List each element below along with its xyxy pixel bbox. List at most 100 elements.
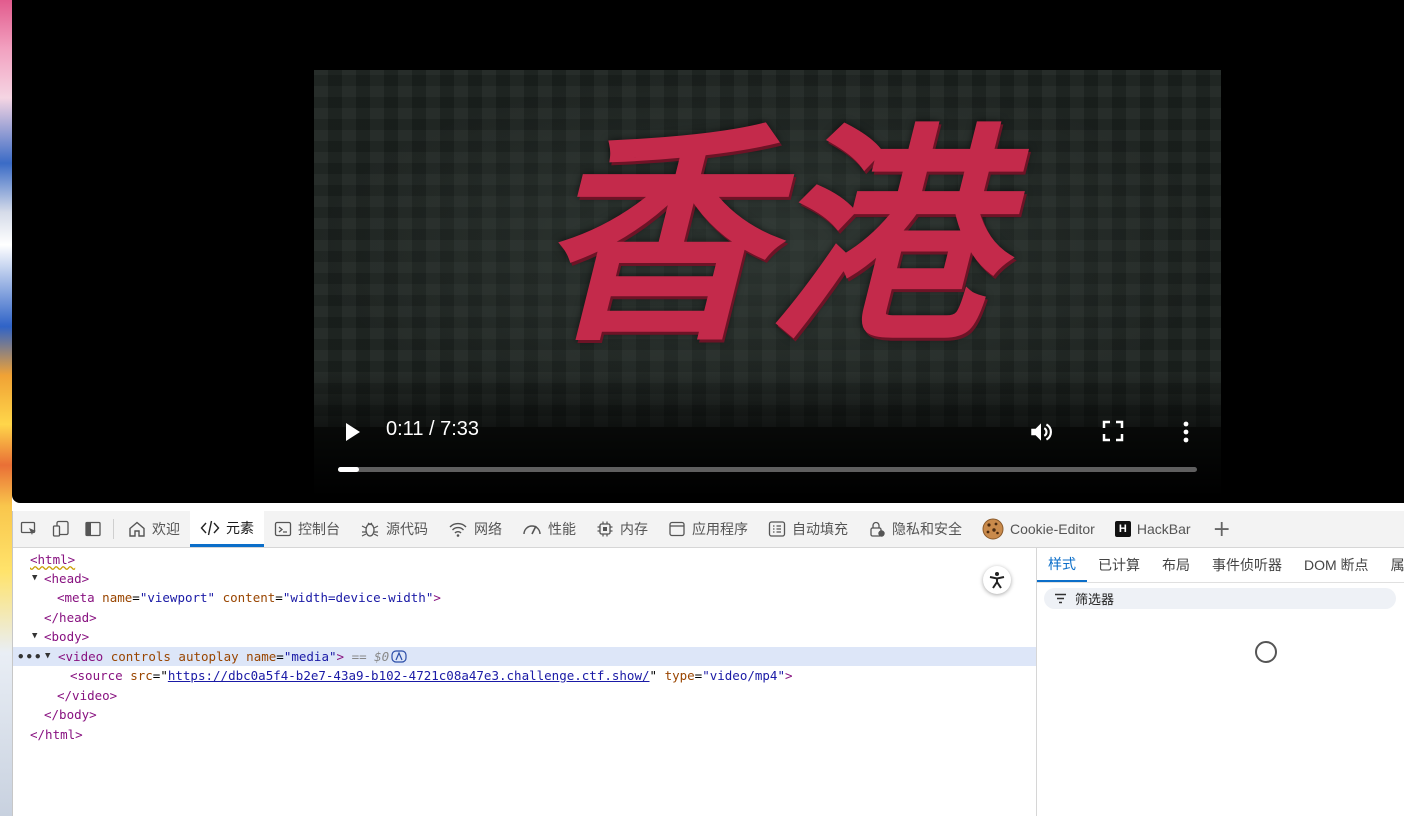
- tab-sources[interactable]: 源代码: [350, 511, 438, 547]
- tab-computed[interactable]: 已计算: [1087, 548, 1151, 582]
- video-player[interactable]: 香港 0:11 / 7:33: [314, 70, 1221, 497]
- seek-bar[interactable]: [338, 467, 1197, 472]
- styles-sidebar: 样式 已计算 布局 事件侦听器 DOM 断点 属性 筛选器: [1037, 548, 1404, 816]
- loading-spinner-icon: [1255, 641, 1277, 663]
- tab-autofill[interactable]: 自动填充: [758, 511, 858, 547]
- tab-memory[interactable]: 内存: [586, 511, 658, 547]
- tab-welcome[interactable]: 欢迎: [118, 511, 190, 547]
- collapse-triangle-icon[interactable]: ▼: [32, 627, 37, 646]
- tab-label: 欢迎: [152, 521, 180, 537]
- filter-placeholder: 筛选器: [1075, 592, 1115, 607]
- tab-label: 性能: [548, 521, 576, 537]
- tab-elements[interactable]: 元素: [190, 511, 264, 547]
- tab-label: 隐私和安全: [892, 521, 962, 537]
- video-title-glyphs: 香港: [537, 103, 998, 373]
- tab-label: Cookie-Editor: [1010, 521, 1095, 537]
- dom-tag-text: </body>: [44, 707, 97, 722]
- devtools-panel: 欢迎 元素 控制台 源代码 网络 性能 内存 应用程序 自动填充 隐私和安全 C…: [12, 511, 1404, 816]
- tab-network[interactable]: 网络: [438, 511, 512, 547]
- dom-node-video-close[interactable]: </video>: [13, 686, 1036, 705]
- tab-label: HackBar: [1136, 521, 1191, 537]
- tab-performance[interactable]: 性能: [512, 511, 586, 547]
- more-options-icon: [1183, 421, 1189, 443]
- play-icon: [346, 423, 360, 441]
- list-icon: [768, 521, 786, 537]
- fullscreen-icon: [1102, 420, 1124, 442]
- wifi-icon: [449, 522, 467, 537]
- styles-filter-input[interactable]: 筛选器: [1044, 588, 1396, 609]
- tab-privacy-security[interactable]: 隐私和安全: [858, 511, 972, 547]
- volume-icon: [1031, 423, 1052, 441]
- dom-node-body-close[interactable]: </body>: [13, 705, 1036, 724]
- bug-icon: [361, 522, 379, 537]
- tab-application[interactable]: 应用程序: [658, 511, 758, 547]
- dom-node-video-selected[interactable]: ••• ▼ <video controls autoplay name="med…: [13, 647, 1036, 666]
- add-tab-button[interactable]: +: [1201, 511, 1243, 547]
- window-icon: [669, 521, 685, 537]
- more-options-button[interactable]: [1175, 420, 1197, 444]
- collapse-triangle-icon[interactable]: ▼: [45, 647, 50, 666]
- inspect-element-button[interactable]: [13, 511, 45, 547]
- dom-tag-text: </head>: [44, 610, 97, 625]
- tab-dom-breakpoints[interactable]: DOM 断点: [1293, 548, 1380, 582]
- fullscreen-button[interactable]: [1102, 420, 1124, 442]
- dom-tag-text: <head>: [44, 571, 90, 586]
- tab-console[interactable]: 控制台: [264, 511, 350, 547]
- console-icon: [274, 521, 292, 537]
- sidebar-tabs: 样式 已计算 布局 事件侦听器 DOM 断点 属性: [1037, 548, 1404, 583]
- dom-meta-line: <meta name="viewport" content="width=dev…: [57, 590, 441, 605]
- dock-icon: [85, 521, 101, 537]
- tab-label: 元素: [226, 519, 254, 536]
- tab-hackbar[interactable]: H HackBar: [1105, 511, 1201, 547]
- dom-node-html[interactable]: <html>: [13, 550, 1036, 569]
- dom-node-meta[interactable]: <meta name="viewport" content="width=dev…: [13, 588, 1036, 607]
- dom-video-line: <video controls autoplay name="media"> =…: [58, 649, 390, 664]
- dom-tag-text: <html>: [30, 552, 76, 567]
- device-icon: [52, 520, 69, 537]
- tab-label: 内存: [620, 521, 648, 537]
- lock-icon: [870, 521, 885, 537]
- toolbar-divider: [113, 519, 114, 539]
- desktop-background-strip: [0, 0, 12, 816]
- tab-label: 网络: [474, 521, 502, 537]
- play-button[interactable]: [340, 420, 364, 444]
- video-title-text: 香港: [314, 88, 1221, 388]
- node-actions-ellipsis[interactable]: •••: [17, 647, 43, 666]
- home-icon: [129, 521, 145, 537]
- ai-explain-icon[interactable]: [391, 650, 407, 663]
- tab-properties[interactable]: 属性: [1380, 548, 1404, 582]
- tab-label: 应用程序: [692, 521, 748, 537]
- tab-cookie-editor[interactable]: Cookie-Editor: [972, 511, 1105, 547]
- tab-layout[interactable]: 布局: [1151, 548, 1201, 582]
- hackbar-icon: H: [1114, 521, 1131, 537]
- dom-node-source[interactable]: <source src="https://dbc0a5f4-b2e7-43a9-…: [13, 666, 1036, 685]
- dom-node-head-close[interactable]: </head>: [13, 608, 1036, 627]
- inspect-icon: [20, 521, 36, 535]
- volume-button[interactable]: [1028, 419, 1054, 445]
- tab-styles[interactable]: 样式: [1037, 548, 1087, 582]
- dom-tag-text: </video>: [57, 688, 118, 703]
- source-url-link[interactable]: https://dbc0a5f4-b2e7-43a9-b102-4721c08a…: [168, 668, 650, 683]
- tab-label: 控制台: [298, 521, 340, 537]
- accessibility-tree-button[interactable]: [983, 566, 1011, 594]
- dom-tree: <html> ▼ <head> <meta name="viewport" co…: [13, 548, 1037, 816]
- tab-label: 自动填充: [792, 521, 848, 537]
- dom-tag-text: <body>: [44, 629, 90, 644]
- accessibility-icon: [989, 572, 1005, 589]
- gauge-icon: [523, 525, 541, 535]
- chip-icon: [597, 521, 613, 537]
- dom-node-body[interactable]: ▼ <body>: [13, 627, 1036, 646]
- filter-icon: [1055, 593, 1066, 604]
- cookie-icon: [982, 518, 1004, 540]
- dom-source-line: <source src="https://dbc0a5f4-b2e7-43a9-…: [70, 668, 793, 683]
- dom-tag-text: </html>: [30, 727, 83, 742]
- tab-event-listeners[interactable]: 事件侦听器: [1201, 548, 1293, 582]
- dock-side-button[interactable]: [77, 511, 109, 547]
- time-display: 0:11 / 7:33: [386, 418, 480, 440]
- dom-node-head[interactable]: ▼ <head>: [13, 569, 1036, 588]
- devtools-tab-bar: 欢迎 元素 控制台 源代码 网络 性能 内存 应用程序 自动填充 隐私和安全 C…: [13, 511, 1404, 548]
- dom-node-html-close[interactable]: </html>: [13, 725, 1036, 744]
- seek-bar-progress: [338, 467, 359, 472]
- device-emulation-button[interactable]: [45, 511, 77, 547]
- collapse-triangle-icon[interactable]: ▼: [32, 569, 37, 588]
